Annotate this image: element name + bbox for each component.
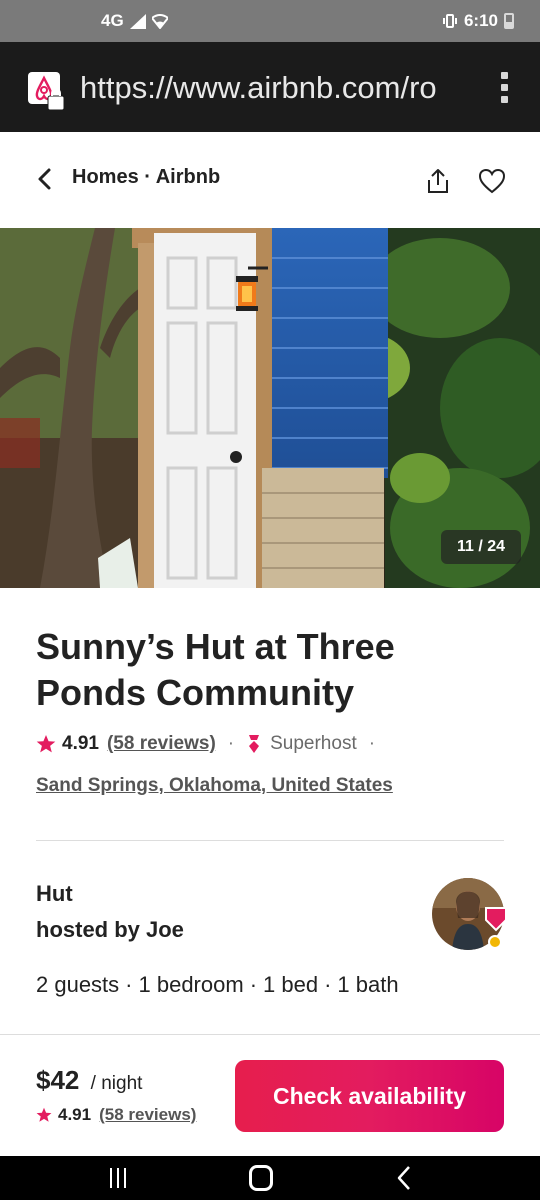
reviews-link[interactable]: (58 reviews) (107, 733, 216, 755)
network-type: 4G (101, 11, 124, 30)
vibrate-icon (442, 14, 457, 28)
photo-counter: 11 / 24 (441, 530, 521, 564)
beds-count: 1 bed (263, 972, 319, 997)
bedrooms-count: 1 bedroom (138, 972, 244, 997)
system-navigation-bar (0, 1156, 540, 1200)
system-back-icon[interactable] (396, 1165, 412, 1191)
star-icon (36, 735, 56, 753)
separator-dot: · (227, 733, 235, 754)
host-name: hosted by Joe (36, 917, 184, 942)
superhost-badge-icon (249, 735, 260, 753)
guests-count: 2 guests (36, 972, 120, 997)
price-line: $42 / night (36, 1065, 142, 1096)
booking-rating: 4.91 (58 reviews) (36, 1105, 196, 1125)
airbnb-site-icon (28, 72, 65, 111)
battery-icon (504, 13, 514, 29)
status-right: 6:10 (442, 11, 514, 31)
location-link[interactable]: Sand Springs, Oklahoma, United States (36, 775, 393, 797)
listing-title: Sunny’s Hut at Three Ponds Community (36, 626, 395, 713)
superhost-label: Superhost (270, 733, 357, 754)
listing-photo[interactable]: 11 / 24 (0, 228, 540, 588)
baths-count: 1 bath (337, 972, 399, 997)
heart-icon[interactable] (478, 168, 506, 194)
property-type: Hut (36, 881, 73, 906)
rating-value: 4.91 (62, 733, 99, 754)
back-arrow-icon[interactable] (34, 166, 58, 192)
check-availability-button[interactable]: Check availability (235, 1060, 504, 1132)
nightly-price: $42 (36, 1065, 80, 1095)
listing-meta: 4.91 (58 reviews) · Superhost · (36, 733, 387, 755)
wifi-icon (151, 13, 168, 29)
superhost-avatar-badge-icon (485, 907, 507, 949)
separator-dot: · (368, 733, 376, 754)
host-info: Hut hosted by Joe (36, 876, 336, 948)
booking-bar: $42 / night 4.91 (58 reviews) Check avai… (0, 1034, 540, 1156)
booking-rating-value: 4.91 (58, 1105, 92, 1124)
recents-icon[interactable] (108, 1166, 128, 1190)
home-icon[interactable] (249, 1165, 273, 1191)
listing-details: 2 guests · 1 bedroom · 1 bed · 1 bath (36, 972, 399, 997)
url-field[interactable]: https://www.airbnb.com/ro (80, 70, 452, 106)
browser-menu-icon[interactable] (498, 72, 510, 106)
divider (36, 840, 504, 841)
booking-reviews-link[interactable]: (58 reviews) (99, 1105, 196, 1125)
price-unit: / night (90, 1073, 143, 1094)
breadcrumb: Homes · Airbnb (72, 166, 221, 188)
share-icon[interactable] (424, 166, 452, 196)
browser-url-bar: https://www.airbnb.com/ro (0, 42, 540, 132)
page-header: Homes · Airbnb (0, 132, 540, 228)
status-left: 4G (101, 11, 168, 31)
signal-icon (129, 13, 146, 29)
status-bar: 4G 6:10 (0, 0, 540, 42)
clock: 6:10 (463, 11, 498, 30)
star-icon (36, 1107, 52, 1122)
